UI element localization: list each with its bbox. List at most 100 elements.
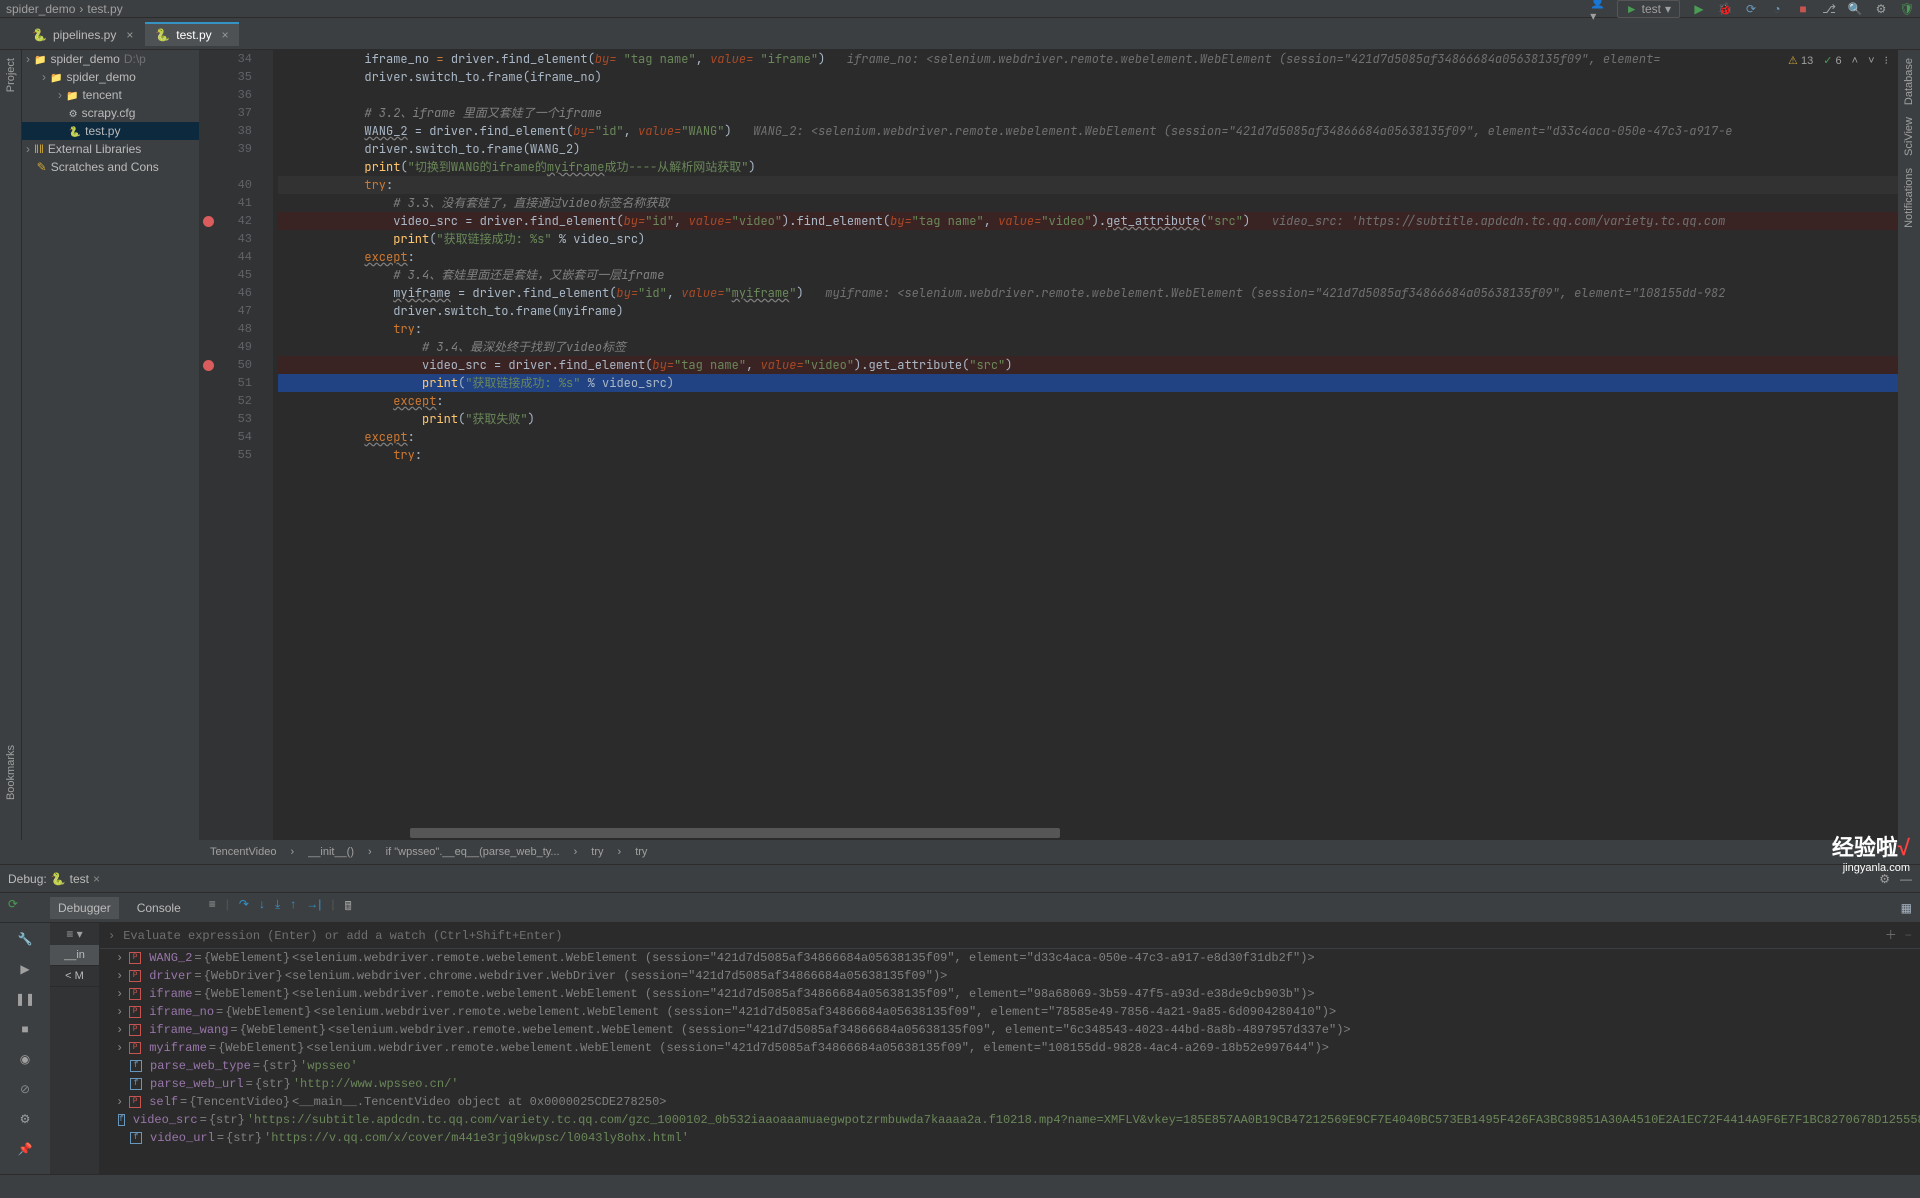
view-breakpoints-icon[interactable]: ◉	[13, 1049, 37, 1069]
debug-settings-icon[interactable]: ⚙	[13, 1109, 37, 1129]
tab-debugger[interactable]: Debugger	[50, 897, 119, 919]
notifications-tool-button[interactable]: Notifications	[1903, 168, 1915, 228]
search-icon[interactable]: 🔍	[1848, 2, 1862, 16]
variable-row[interactable]: Piframe_wang = {WebElement} <selenium.we…	[100, 1021, 1920, 1039]
variable-row[interactable]: Piframe = {WebElement} <selenium.webdriv…	[100, 985, 1920, 1003]
project-tree-item[interactable]: ✎ Scratches and Cons	[22, 158, 199, 176]
project-tree-item[interactable]: › tencent	[22, 86, 199, 104]
code-line[interactable]: driver.switch_to.frame(iframe_no)	[278, 68, 1898, 86]
variable-row[interactable]: Pmyiframe = {WebElement} <selenium.webdr…	[100, 1039, 1920, 1057]
project-tree-item[interactable]: test.py	[22, 122, 199, 140]
code-line[interactable]: print("获取失败")	[278, 410, 1898, 428]
code-line[interactable]: video_src = driver.find_element(by="tag …	[278, 356, 1898, 374]
project-tree-item[interactable]: › spider_demo D:\p	[22, 50, 199, 68]
chevron-down-icon[interactable]: ˅	[1868, 55, 1874, 67]
close-icon[interactable]: ×	[222, 28, 229, 42]
breakpoint-icon[interactable]	[203, 216, 214, 227]
stop-icon[interactable]: ■	[13, 1019, 37, 1039]
code-line[interactable]: print("获取链接成功: %s" % video_src)	[278, 374, 1898, 392]
editor-breadcrumb[interactable]: TencentVideo›__init__()›if "wpsseo".__eq…	[0, 840, 1920, 864]
user-icon[interactable]: 👤▾	[1591, 2, 1605, 16]
tab-pipelines[interactable]: 🐍 pipelines.py ×	[22, 22, 143, 46]
more-icon[interactable]: ⁝	[1885, 54, 1889, 67]
code-line[interactable]: try:	[278, 320, 1898, 338]
code-editor[interactable]: 13 6 ˄ ˅ ⁝ 34353637383940414243444546474…	[200, 50, 1898, 840]
code-line[interactable]: WANG_2 = driver.find_element(by="id", va…	[278, 122, 1898, 140]
breadcrumb-item[interactable]: try	[635, 846, 647, 858]
database-tool-button[interactable]: Database	[1903, 58, 1915, 105]
variable-row[interactable]: Pdriver = {WebDriver} <selenium.webdrive…	[100, 967, 1920, 985]
project-tree[interactable]: › spider_demo D:\p› spider_demo› tencent…	[22, 50, 200, 840]
code-line[interactable]: # 3.4、套娃里面还是套娃，又嵌套可一层iframe	[278, 266, 1898, 284]
code-area[interactable]: iframe_no = driver.find_element(by= "tag…	[274, 50, 1898, 840]
frames-panel[interactable]: ≡ ▾ __in < M	[50, 923, 100, 1174]
code-line[interactable]: # 3.3、没有套娃了，直接通过video标签名称获取	[278, 194, 1898, 212]
inspection-warnings[interactable]: 13	[1788, 54, 1813, 67]
threads-menu-icon[interactable]: ≡ ▾	[50, 923, 99, 945]
run-to-cursor-icon[interactable]: →|	[306, 897, 321, 918]
code-line[interactable]: try:	[278, 446, 1898, 464]
project-tree-item[interactable]: scrapy.cfg	[22, 104, 199, 122]
code-line[interactable]: try:	[278, 176, 1898, 194]
expand-icon[interactable]: ›	[108, 928, 115, 944]
remove-watch-icon[interactable]: −	[1905, 928, 1912, 944]
close-tab-icon[interactable]: ×	[93, 872, 100, 886]
variables-panel[interactable]: › Evaluate expression (Enter) or add a w…	[100, 923, 1920, 1174]
run-config-selector[interactable]: ►test▾	[1617, 0, 1680, 18]
step-into-icon[interactable]: ↓	[259, 897, 265, 918]
resume-icon[interactable]: ▶	[13, 959, 37, 979]
threads-icon[interactable]: ≡	[209, 897, 216, 918]
add-watch-icon[interactable]: ＋	[1885, 928, 1897, 944]
shield-icon[interactable]: 🛡	[1900, 2, 1914, 16]
sciview-tool-button[interactable]: SciView	[1903, 117, 1915, 156]
project-tool-button[interactable]: Project	[5, 58, 17, 92]
bc-item[interactable]: test.py	[87, 2, 122, 16]
code-line[interactable]: driver.switch_to.frame(myiframe)	[278, 302, 1898, 320]
step-out-icon[interactable]: ↑	[290, 897, 296, 918]
code-line[interactable]: # 3.2、iframe 里面又套娃了一个iframe	[278, 104, 1898, 122]
evaluate-icon[interactable]: 🖩	[345, 897, 352, 918]
frame-tab[interactable]: __in	[50, 945, 99, 966]
breadcrumb-item[interactable]: __init__()	[308, 846, 354, 858]
settings-icon[interactable]: 🔧	[13, 929, 37, 949]
layout-icon[interactable]: ▦	[1901, 901, 1912, 915]
variable-row[interactable]: fparse_web_type = {str} 'wpsseo'	[100, 1057, 1920, 1075]
coverage-icon[interactable]: ⟳	[1744, 2, 1758, 16]
fold-column[interactable]	[260, 50, 274, 840]
settings-icon[interactable]: ⚙	[1874, 2, 1888, 16]
breakpoint-icon[interactable]	[203, 360, 214, 371]
code-line[interactable]: iframe_no = driver.find_element(by= "tag…	[278, 50, 1898, 68]
mute-breakpoints-icon[interactable]: ⊘	[13, 1079, 37, 1099]
breadcrumb-item[interactable]: try	[591, 846, 603, 858]
rerun-icon[interactable]: ⟳	[8, 897, 18, 911]
profile-icon[interactable]: ◔	[1770, 2, 1784, 16]
code-line[interactable]: print("切换到WANG的iframe的myiframe成功----从解析网…	[278, 158, 1898, 176]
code-line[interactable]: except:	[278, 428, 1898, 446]
close-icon[interactable]: ×	[126, 28, 133, 42]
breakpoint-column[interactable]	[200, 50, 216, 840]
tab-test[interactable]: 🐍 test.py ×	[145, 22, 238, 46]
variable-row[interactable]: fvideo_src = {str} 'https://subtitle.apd…	[100, 1111, 1920, 1129]
code-line[interactable]: driver.switch_to.frame(WANG_2)	[278, 140, 1898, 158]
bc-item[interactable]: spider_demo	[6, 2, 75, 16]
stop-icon[interactable]: ■	[1796, 2, 1810, 16]
variable-row[interactable]: PWANG_2 = {WebElement} <selenium.webdriv…	[100, 949, 1920, 967]
chevron-up-icon[interactable]: ˄	[1852, 55, 1858, 67]
code-line[interactable]: print("获取链接成功: %s" % video_src)	[278, 230, 1898, 248]
pause-icon[interactable]: ❚❚	[13, 989, 37, 1009]
code-line[interactable]: video_src = driver.find_element(by="id",…	[278, 212, 1898, 230]
code-line[interactable]: myiframe = driver.find_element(by="id", …	[278, 284, 1898, 302]
code-line[interactable]: except:	[278, 248, 1898, 266]
frame-tab[interactable]: < M	[50, 966, 99, 987]
breadcrumb-item[interactable]: if "wpsseo".__eq__(parse_web_ty...	[386, 846, 560, 858]
code-line[interactable]: except:	[278, 392, 1898, 410]
code-line[interactable]: # 3.4、最深处终于找到了video标签	[278, 338, 1898, 356]
branch-icon[interactable]: ⎇	[1822, 2, 1836, 16]
variable-row[interactable]: Pself = {TencentVideo} <__main__.Tencent…	[100, 1093, 1920, 1111]
code-line[interactable]	[278, 86, 1898, 104]
variable-row[interactable]: fparse_web_url = {str} 'http://www.wpsse…	[100, 1075, 1920, 1093]
bookmarks-tool-button[interactable]: Bookmarks	[5, 745, 17, 800]
tab-console[interactable]: Console	[129, 897, 189, 919]
variable-row[interactable]: fvideo_url = {str} 'https://v.qq.com/x/c…	[100, 1129, 1920, 1147]
step-over-icon[interactable]: ↷	[239, 897, 249, 918]
